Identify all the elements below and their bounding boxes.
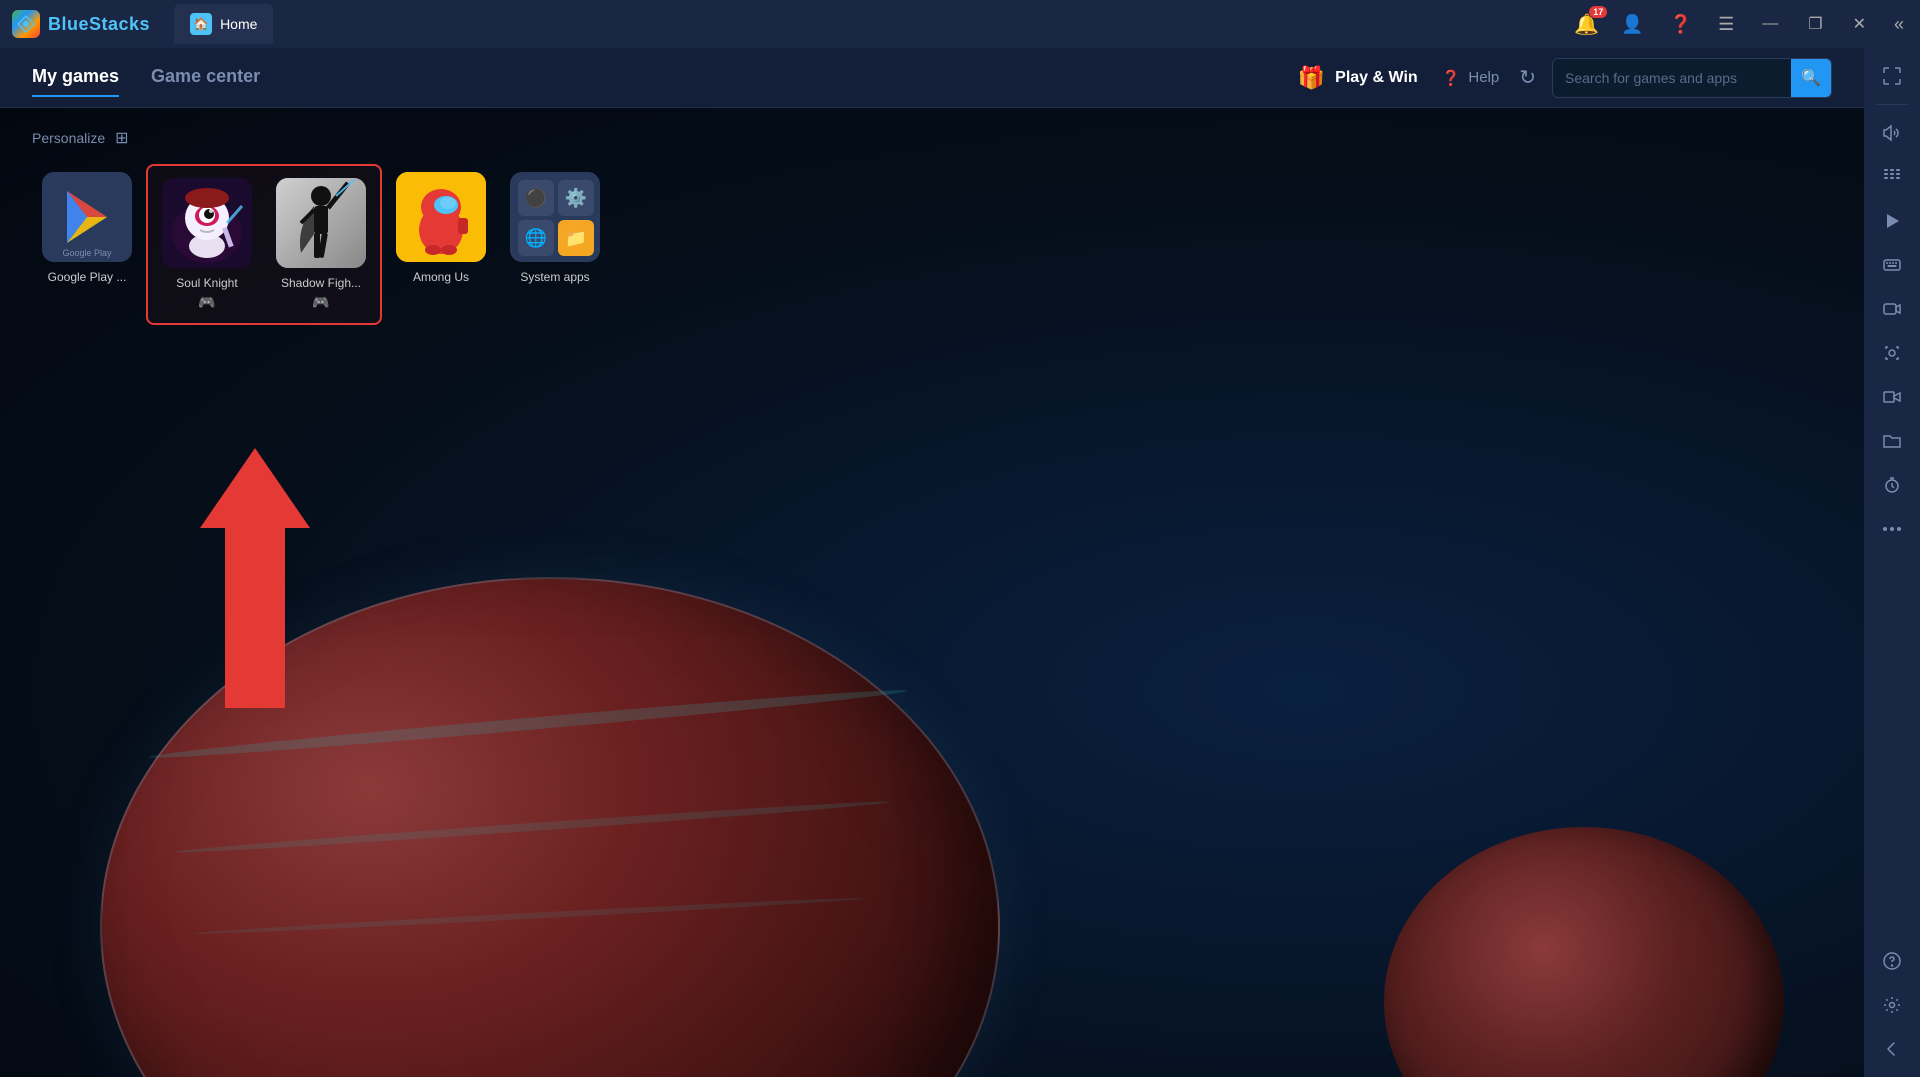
notification-badge: 17 bbox=[1589, 6, 1607, 18]
menu-icon[interactable]: ☰ bbox=[1714, 10, 1738, 39]
sidebar-btn-screenshot[interactable] bbox=[1872, 333, 1912, 373]
sidebar-btn-keyboard[interactable] bbox=[1872, 245, 1912, 285]
game-thumb-google-play: Google Play bbox=[42, 172, 132, 262]
game-item-shadow-fight[interactable]: Shadow Figh... 🎮 bbox=[266, 170, 376, 319]
refresh-button[interactable]: ↻ bbox=[1519, 65, 1536, 90]
game-item-among-us[interactable]: Among Us bbox=[386, 164, 496, 325]
play-win-label: Play & Win bbox=[1335, 69, 1418, 87]
soul-knight-controller-icon: 🎮 bbox=[198, 294, 215, 311]
top-navigation: My games Game center 🎁 Play & Win ❓ Help… bbox=[0, 48, 1864, 108]
game-item-system-apps[interactable]: ⚫ ⚙️ 🌐 📁 System apps bbox=[500, 164, 610, 325]
tab-my-games[interactable]: My games bbox=[32, 58, 119, 97]
personalize-label: Personalize bbox=[32, 130, 105, 146]
close-button[interactable]: ✕ bbox=[1847, 10, 1872, 38]
games-panel: Personalize ⊞ bbox=[0, 108, 1864, 345]
gift-icon: 🎁 bbox=[1298, 65, 1325, 91]
personalize-bar: Personalize ⊞ bbox=[32, 128, 1832, 148]
sys-icon-circle: ⚫ bbox=[518, 180, 554, 216]
game-thumb-shadow-fight bbox=[276, 178, 366, 268]
game-name-among-us: Among Us bbox=[413, 270, 469, 284]
home-tab-label: Home bbox=[220, 16, 257, 32]
search-input[interactable] bbox=[1553, 62, 1791, 94]
app-logo: BlueStacks bbox=[12, 10, 150, 38]
right-sidebar bbox=[1864, 48, 1920, 1077]
play-win-button[interactable]: 🎁 Play & Win bbox=[1298, 65, 1418, 91]
logo-icon bbox=[12, 10, 40, 38]
main-content: My games Game center 🎁 Play & Win ❓ Help… bbox=[0, 48, 1864, 1077]
game-thumb-among-us bbox=[396, 172, 486, 262]
sidebar-btn-play[interactable] bbox=[1872, 201, 1912, 241]
tab-game-center[interactable]: Game center bbox=[151, 58, 260, 97]
game-thumb-system-apps: ⚫ ⚙️ 🌐 📁 bbox=[510, 172, 600, 262]
search-button[interactable]: 🔍 bbox=[1791, 59, 1831, 97]
sidebar-btn-volume[interactable] bbox=[1872, 113, 1912, 153]
sidebar-btn-fullscreen[interactable] bbox=[1872, 56, 1912, 96]
game-name-google-play: Google Play ... bbox=[48, 270, 127, 284]
sys-icon-gear: ⚙️ bbox=[558, 180, 594, 216]
titlebar-controls: 🔔 17 👤 ❓ ☰ — ❐ ✕ « bbox=[1574, 10, 1908, 39]
sidebar-btn-timer[interactable] bbox=[1872, 465, 1912, 505]
content-area: Personalize ⊞ bbox=[0, 108, 1864, 1077]
game-name-shadow-fight: Shadow Figh... bbox=[281, 276, 361, 290]
account-icon[interactable]: 👤 bbox=[1617, 10, 1647, 39]
sidebar-btn-settings[interactable] bbox=[1872, 985, 1912, 1025]
sidebar-btn-help[interactable] bbox=[1872, 941, 1912, 981]
sidebar-btn-folder[interactable] bbox=[1872, 421, 1912, 461]
selected-games-group: Soul Knight 🎮 bbox=[146, 164, 382, 325]
search-bar: 🔍 bbox=[1552, 58, 1832, 98]
game-name-soul-knight: Soul Knight bbox=[176, 276, 237, 290]
sys-icon-folder: 📁 bbox=[558, 220, 594, 256]
sidebar-btn-more[interactable] bbox=[1872, 509, 1912, 549]
sidebar-btn-video[interactable] bbox=[1872, 377, 1912, 417]
shadow-fight-controller-icon: 🎮 bbox=[312, 294, 329, 311]
game-thumb-soul-knight bbox=[162, 178, 252, 268]
sidebar-btn-back[interactable] bbox=[1872, 1029, 1912, 1069]
help-button[interactable]: ❓ Help bbox=[1442, 69, 1500, 87]
games-grid: Google Play Google Play ... bbox=[32, 164, 1832, 325]
grid-icon[interactable]: ⊞ bbox=[115, 128, 128, 148]
question-icon[interactable]: ❓ bbox=[1666, 10, 1696, 39]
sidebar-btn-dotgrid[interactable] bbox=[1872, 157, 1912, 197]
home-tab[interactable]: 🏠 Home bbox=[174, 4, 273, 44]
sys-icon-chrome: 🌐 bbox=[518, 220, 554, 256]
minimize-button[interactable]: — bbox=[1756, 11, 1784, 37]
game-item-google-play[interactable]: Google Play Google Play ... bbox=[32, 164, 142, 325]
sidebar-divider-1 bbox=[1877, 104, 1907, 105]
notification-button[interactable]: 🔔 17 bbox=[1574, 12, 1599, 37]
brand-name: BlueStacks bbox=[48, 14, 150, 35]
help-circle-icon: ❓ bbox=[1442, 69, 1461, 87]
collapse-icon[interactable]: « bbox=[1890, 10, 1908, 39]
help-label: Help bbox=[1468, 69, 1499, 86]
game-item-soul-knight[interactable]: Soul Knight 🎮 bbox=[152, 170, 262, 319]
restore-button[interactable]: ❐ bbox=[1802, 10, 1828, 38]
game-name-system-apps: System apps bbox=[520, 270, 589, 284]
home-tab-icon: 🏠 bbox=[190, 13, 212, 35]
sidebar-btn-camera-record[interactable] bbox=[1872, 289, 1912, 329]
titlebar: BlueStacks 🏠 Home 🔔 17 👤 ❓ ☰ — ❐ ✕ « bbox=[0, 0, 1920, 48]
